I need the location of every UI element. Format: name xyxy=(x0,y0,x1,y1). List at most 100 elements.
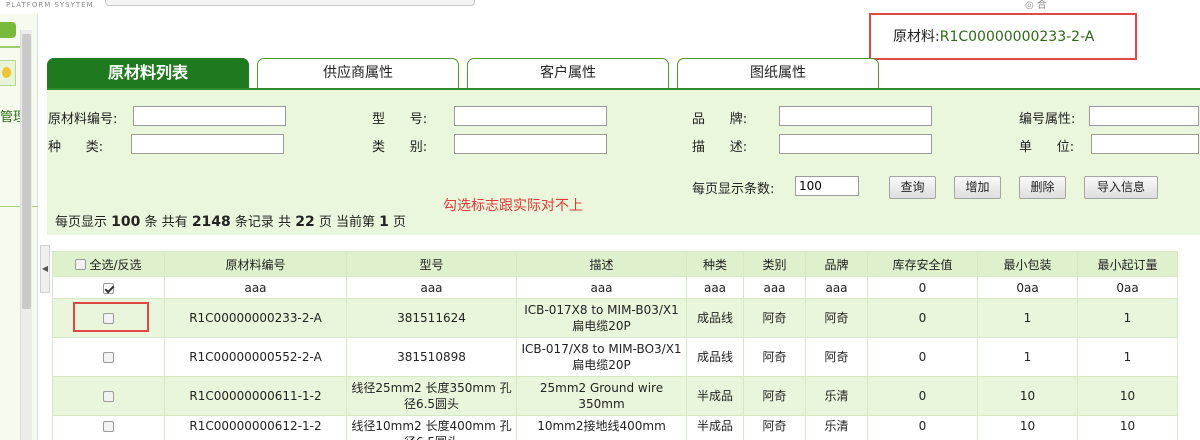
checkbox-highlight-box xyxy=(73,302,149,332)
table-cell: 阿奇 xyxy=(743,376,806,416)
summary-unit4: 页 xyxy=(393,215,407,230)
current-material-box: 原材料:R1C00000000233-2-A xyxy=(869,13,1137,60)
tab-drawing-attributes[interactable]: 图纸属性 xyxy=(677,58,879,88)
code-attr-input[interactable] xyxy=(1089,106,1199,126)
material-label: 原材料: xyxy=(893,29,940,45)
row-check-cell[interactable] xyxy=(52,337,165,377)
row-checkbox[interactable] xyxy=(103,421,114,432)
table-cell: 0aa xyxy=(1077,276,1178,299)
import-button[interactable]: 导入信息 xyxy=(1084,176,1158,199)
code-label: 原材料编号: xyxy=(48,112,118,127)
column-header[interactable]: 原材料编号 xyxy=(164,251,347,277)
unit-label: 单 位: xyxy=(1019,140,1075,155)
left-sidebar: 管理 xyxy=(0,14,38,440)
description-label: 描 述: xyxy=(692,140,748,155)
table-cell: 阿奇 xyxy=(805,337,868,377)
pagination-summary: 每页显示 100 条 共有 2148 条记录 共 22 页 当前第 1 页 xyxy=(55,211,406,230)
table-cell: 10 xyxy=(977,415,1078,440)
column-header[interactable]: 库存安全值 xyxy=(867,251,978,277)
management-icon[interactable] xyxy=(0,60,16,86)
summary-unit2: 条记录 共 xyxy=(234,215,292,230)
table-cell: R1C00000000611-1-2 xyxy=(164,376,347,416)
logo-text: PLATFORM SYSYTEM xyxy=(6,1,94,9)
table-cell: 0 xyxy=(867,276,978,299)
row-checkbox[interactable] xyxy=(103,352,114,363)
table-cell: aaa xyxy=(686,276,744,299)
tab-customer-attributes[interactable]: 客户属性 xyxy=(467,58,669,88)
column-header[interactable]: 最小起订量 xyxy=(1077,251,1178,277)
table-cell: 线径10mm2 长度400mm 孔径6.5圆头 xyxy=(346,415,517,440)
row-check-cell[interactable] xyxy=(52,376,165,416)
column-header[interactable]: 型号 xyxy=(346,251,517,277)
select-all-checkbox[interactable] xyxy=(75,258,87,270)
table-cell: 25mm2 Ground wire 350mm xyxy=(516,376,687,416)
kind-input[interactable] xyxy=(131,134,284,154)
kind-label: 种 类: xyxy=(48,140,104,155)
page-size-input[interactable] xyxy=(795,176,859,196)
table-cell: ICB-017/X8 to MIM-BO3/X1扁电缆20P xyxy=(516,337,687,377)
sidebar-divider xyxy=(0,46,22,48)
material-code-input[interactable] xyxy=(133,106,286,126)
model-input[interactable] xyxy=(454,106,607,126)
table-cell: aaa xyxy=(164,276,347,299)
table-cell: 10mm2接地线400mm xyxy=(516,415,687,440)
table-cell: 阿奇 xyxy=(743,298,806,338)
row-checkbox[interactable] xyxy=(103,391,114,402)
category-input[interactable] xyxy=(454,134,607,154)
sidebar-toggle-tab[interactable] xyxy=(0,22,16,38)
filter-row: aaa aaa aaa aaa aaa aaa 0 0aa 0aa xyxy=(52,276,1178,299)
summary-unit1: 条 共有 xyxy=(144,215,188,230)
unit-input[interactable] xyxy=(1091,134,1199,154)
annotation-note: 勾选标志跟实际对不上 xyxy=(443,198,583,214)
materials-table: 全选/反选 原材料编号 型号 描述 种类 类别 品牌 库存安全值 最小包装 最小… xyxy=(52,251,1178,440)
scrollbar-thumb[interactable] xyxy=(22,34,31,309)
user-icon[interactable]: ◎ 合 xyxy=(1025,0,1047,11)
table-cell: 阿奇 xyxy=(743,337,806,377)
filter-row-checkbox[interactable] xyxy=(103,282,114,294)
vertical-scrollbar[interactable] xyxy=(20,30,32,440)
column-header[interactable]: 种类 xyxy=(686,251,744,277)
table-cell: 1 xyxy=(1077,337,1178,377)
column-header[interactable]: 最小包装 xyxy=(977,251,1078,277)
table-cell: aaa xyxy=(516,276,687,299)
summary-per-page: 100 xyxy=(111,214,141,230)
table-cell: 0 xyxy=(867,376,978,416)
collapse-arrow-icon[interactable]: ◀ xyxy=(40,245,50,293)
table-header-row: 全选/反选 原材料编号 型号 描述 种类 类别 品牌 库存安全值 最小包装 最小… xyxy=(52,251,1178,277)
column-header[interactable]: 品牌 xyxy=(805,251,868,277)
table-cell: R1C00000000552-2-A xyxy=(164,337,347,377)
category-label: 类 别: xyxy=(372,140,428,155)
column-header[interactable]: 描述 xyxy=(516,251,687,277)
material-code: R1C00000000233-2-A xyxy=(939,29,1095,45)
table-cell: 成品线 xyxy=(686,298,744,338)
add-button[interactable]: 增加 xyxy=(954,176,1001,199)
tab-material-list[interactable]: 原材料列表 xyxy=(47,58,249,88)
summary-current: 1 xyxy=(379,214,389,230)
table-cell: 381511624 xyxy=(346,298,517,338)
description-input[interactable] xyxy=(779,134,932,154)
table-cell: 10 xyxy=(1077,415,1178,440)
table-cell: 乐清 xyxy=(805,376,868,416)
column-header[interactable]: 类别 xyxy=(743,251,806,277)
select-all-label[interactable]: 全选/反选 xyxy=(89,256,141,273)
table-row[interactable]: R1C00000000233-2-A 381511624 ICB-017X8 t… xyxy=(52,298,1178,338)
table-cell: 阿奇 xyxy=(743,415,806,440)
summary-total: 2148 xyxy=(191,214,231,230)
table-row[interactable]: R1C00000000611-1-2 线径25mm2 长度350mm 孔径6.5… xyxy=(52,376,1178,416)
filter-check-cell[interactable] xyxy=(52,276,165,299)
table-cell: 1 xyxy=(977,337,1078,377)
top-header: PLATFORM SYSYTEM ◎ 合 xyxy=(0,0,1200,14)
delete-button[interactable]: 删除 xyxy=(1019,176,1066,199)
query-button[interactable]: 查询 xyxy=(889,176,936,199)
table-row[interactable]: R1C00000000552-2-A 381510898 ICB-017/X8 … xyxy=(52,337,1178,377)
row-check-cell[interactable] xyxy=(52,415,165,440)
tab-supplier-attributes[interactable]: 供应商属性 xyxy=(257,58,459,88)
code-attr-label: 编号属性: xyxy=(1019,112,1076,127)
select-all-header[interactable]: 全选/反选 xyxy=(52,251,165,277)
table-cell: aaa xyxy=(743,276,806,299)
table-row[interactable]: R1C00000000612-1-2 线径10mm2 长度400mm 孔径6.5… xyxy=(52,415,1178,440)
table-cell: 381510898 xyxy=(346,337,517,377)
brand-input[interactable] xyxy=(779,106,932,126)
table-cell: 成品线 xyxy=(686,337,744,377)
table-cell: R1C00000000612-1-2 xyxy=(164,415,347,440)
